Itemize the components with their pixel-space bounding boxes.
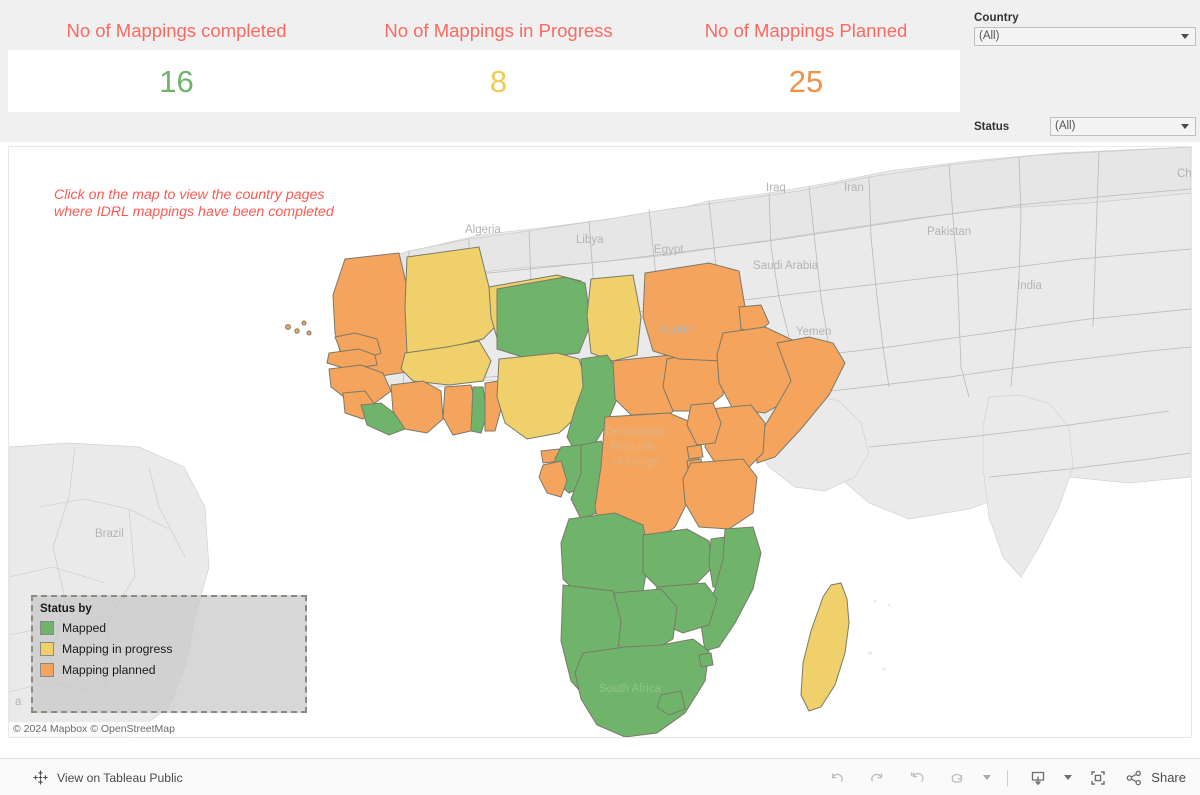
- legend-item-mapped[interactable]: Mapped: [40, 618, 305, 637]
- legend-label-planned: Mapping planned: [62, 662, 156, 677]
- map-legend: Status by Mapped Mapping in progress Map…: [31, 595, 307, 713]
- status-filter-dropdown[interactable]: (All): [1050, 117, 1196, 136]
- status-filter-value: (All): [1055, 120, 1076, 132]
- svg-text:Democratic: Democratic: [605, 426, 663, 438]
- status-filter: Status (All): [974, 117, 1196, 136]
- map-canvas[interactable]: .land { fill:#eaeaea; stroke:#d2d2d2; st…: [9, 147, 1191, 737]
- share-button[interactable]: Share: [1118, 768, 1186, 788]
- legend-title: Status by: [40, 603, 92, 615]
- kpi-value-box-in-progress: 8: [345, 50, 652, 112]
- legend-item-planned[interactable]: Mapping planned: [40, 660, 305, 679]
- svg-text:India: India: [1017, 280, 1043, 292]
- kpi-value-in-progress: 8: [489, 63, 508, 99]
- kpi-card-planned: No of Mappings Planned 25: [652, 8, 960, 138]
- svg-text:of Congo: of Congo: [613, 456, 660, 468]
- country-filter-value: (All): [979, 30, 1000, 42]
- svg-text:Iraq: Iraq: [766, 182, 786, 194]
- download-icon: [1032, 771, 1045, 785]
- legend-swatch-planned: [40, 662, 54, 677]
- revert-button[interactable]: [897, 759, 937, 795]
- view-on-tableau-public-button[interactable]: View on Tableau Public: [32, 759, 183, 795]
- kpi-value-box-planned: 25: [652, 50, 960, 112]
- kpi-title-in-progress: No of Mappings in Progress: [345, 8, 652, 50]
- legend-label-mapped: Mapped: [62, 620, 107, 635]
- undo-button[interactable]: [817, 759, 857, 795]
- legend-swatch-mapped: [40, 620, 54, 635]
- country-filter: Country (All): [974, 12, 1196, 46]
- undo-icon: [832, 772, 844, 782]
- tableau-dashboard: No of Mappings completed 16 No of Mappin…: [0, 0, 1200, 795]
- toolbar-actions: Share: [817, 759, 1186, 795]
- country-filter-dropdown[interactable]: (All): [974, 27, 1196, 46]
- pause-dropdown-button[interactable]: [977, 759, 997, 795]
- fullscreen-icon: [1091, 770, 1105, 785]
- kpi-title-completed: No of Mappings completed: [8, 8, 345, 50]
- svg-text:Pakistan: Pakistan: [927, 226, 971, 238]
- chevron-down-icon: [983, 775, 992, 780]
- svg-text:a: a: [15, 696, 22, 708]
- bottom-toolbar: View on Tableau Public Share: [0, 758, 1200, 795]
- svg-text:Algeria: Algeria: [465, 224, 501, 236]
- view-on-tableau-public-label: View on Tableau Public: [57, 770, 183, 785]
- fullscreen-button[interactable]: [1078, 759, 1118, 795]
- svg-text:China: China: [1177, 168, 1191, 180]
- svg-text:Saudi Arabia: Saudi Arabia: [753, 260, 819, 272]
- toolbar-divider: [1007, 769, 1009, 786]
- share-label: Share: [1151, 770, 1186, 785]
- kpi-value-completed: 16: [159, 63, 194, 99]
- share-icon: [1126, 770, 1142, 785]
- legend-swatch-in-progress: [40, 641, 54, 656]
- filters-panel: Country (All) Status (All): [968, 0, 1200, 142]
- country-filter-label: Country: [974, 12, 1019, 24]
- kpi-card-in-progress: No of Mappings in Progress 8: [345, 8, 652, 138]
- kpi-value-planned: 25: [788, 63, 824, 99]
- redo-icon: [871, 772, 883, 782]
- svg-text:Iran: Iran: [844, 182, 864, 194]
- svg-text:Egypt: Egypt: [654, 244, 684, 256]
- redo-button[interactable]: [857, 759, 897, 795]
- refresh-icon: [951, 773, 963, 783]
- chevron-down-icon: [1064, 775, 1073, 780]
- status-filter-label: Status: [974, 120, 1010, 133]
- svg-text:South Africa: South Africa: [599, 683, 662, 695]
- kpi-value-box-completed: 16: [8, 50, 345, 112]
- tableau-logo-icon: [33, 770, 48, 785]
- chevron-down-icon: [1181, 124, 1189, 129]
- chevron-down-icon: [1181, 34, 1189, 39]
- map-annotation: Click on the map to view the country pag…: [54, 187, 334, 220]
- svg-text:Republic: Republic: [611, 441, 656, 453]
- legend-item-in-progress[interactable]: Mapping in progress: [40, 639, 305, 658]
- refresh-button[interactable]: [937, 759, 977, 795]
- svg-text:Sudan: Sudan: [659, 324, 692, 336]
- map-panel[interactable]: .land { fill:#eaeaea; stroke:#d2d2d2; st…: [8, 146, 1192, 738]
- legend-label-in-progress: Mapping in progress: [62, 641, 173, 656]
- svg-text:Yemen: Yemen: [796, 326, 831, 338]
- download-dropdown-button[interactable]: [1058, 759, 1078, 795]
- kpi-card-completed: No of Mappings completed 16: [8, 8, 345, 138]
- svg-text:Brazil: Brazil: [95, 528, 124, 540]
- revert-icon: [911, 771, 924, 782]
- download-button[interactable]: [1018, 759, 1058, 795]
- svg-text:Libya: Libya: [576, 234, 604, 246]
- kpi-title-planned: No of Mappings Planned: [652, 8, 960, 50]
- map-attribution[interactable]: © 2024 Mapbox © OpenStreetMap: [9, 722, 179, 737]
- kpi-strip: No of Mappings completed 16 No of Mappin…: [0, 0, 968, 142]
